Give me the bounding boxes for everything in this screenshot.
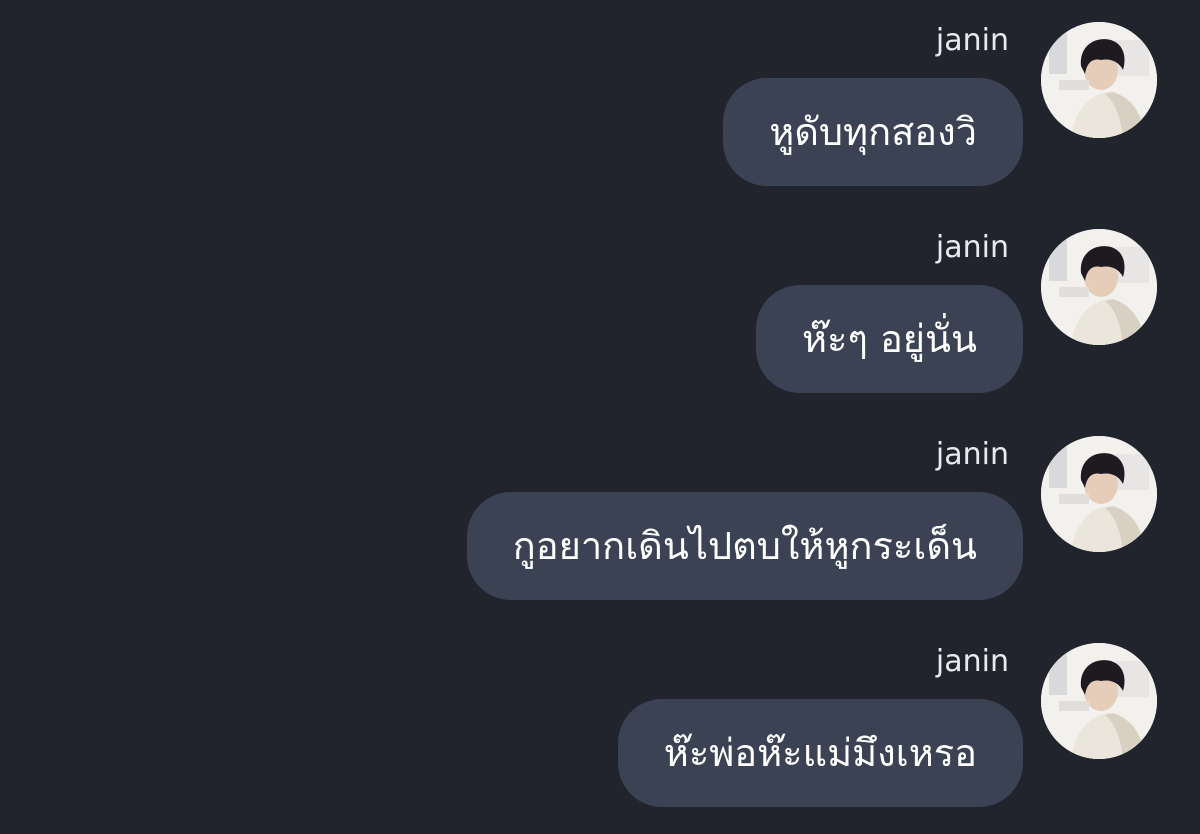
avatar-photo: [1041, 643, 1157, 759]
message-bubble[interactable]: ห๊ะๆ อยู่นั่น: [756, 285, 1023, 393]
avatar[interactable]: [1041, 229, 1157, 345]
message-bubble[interactable]: กูอยากเดินไปตบให้หูกระเด็น: [466, 492, 1023, 600]
chat-thread: janin หูดับทุกสองวิ janin ห๊ะๆ อยู่นั่น: [0, 0, 1200, 834]
sender-name: janin: [935, 230, 1009, 265]
avatar[interactable]: [1041, 22, 1157, 138]
sender-name: janin: [935, 644, 1009, 679]
avatar-photo: [1041, 229, 1157, 345]
message-bubble[interactable]: หูดับทุกสองวิ: [723, 78, 1023, 186]
avatar-photo: [1041, 22, 1157, 138]
message-row: janin หูดับทุกสองวิ: [0, 0, 1200, 190]
message-bubble[interactable]: ห๊ะพ่อห๊ะแม่มึงเหรอ: [617, 699, 1023, 807]
message-row: janin กูอยากเดินไปตบให้หูกระเด็น: [0, 414, 1200, 604]
message-row: janin ห๊ะๆ อยู่นั่น: [0, 207, 1200, 397]
sender-name: janin: [935, 23, 1009, 58]
message-row: janin ห๊ะพ่อห๊ะแม่มึงเหรอ: [0, 621, 1200, 811]
avatar[interactable]: [1041, 643, 1157, 759]
sender-name: janin: [935, 437, 1009, 472]
avatar-photo: [1041, 436, 1157, 552]
avatar[interactable]: [1041, 436, 1157, 552]
